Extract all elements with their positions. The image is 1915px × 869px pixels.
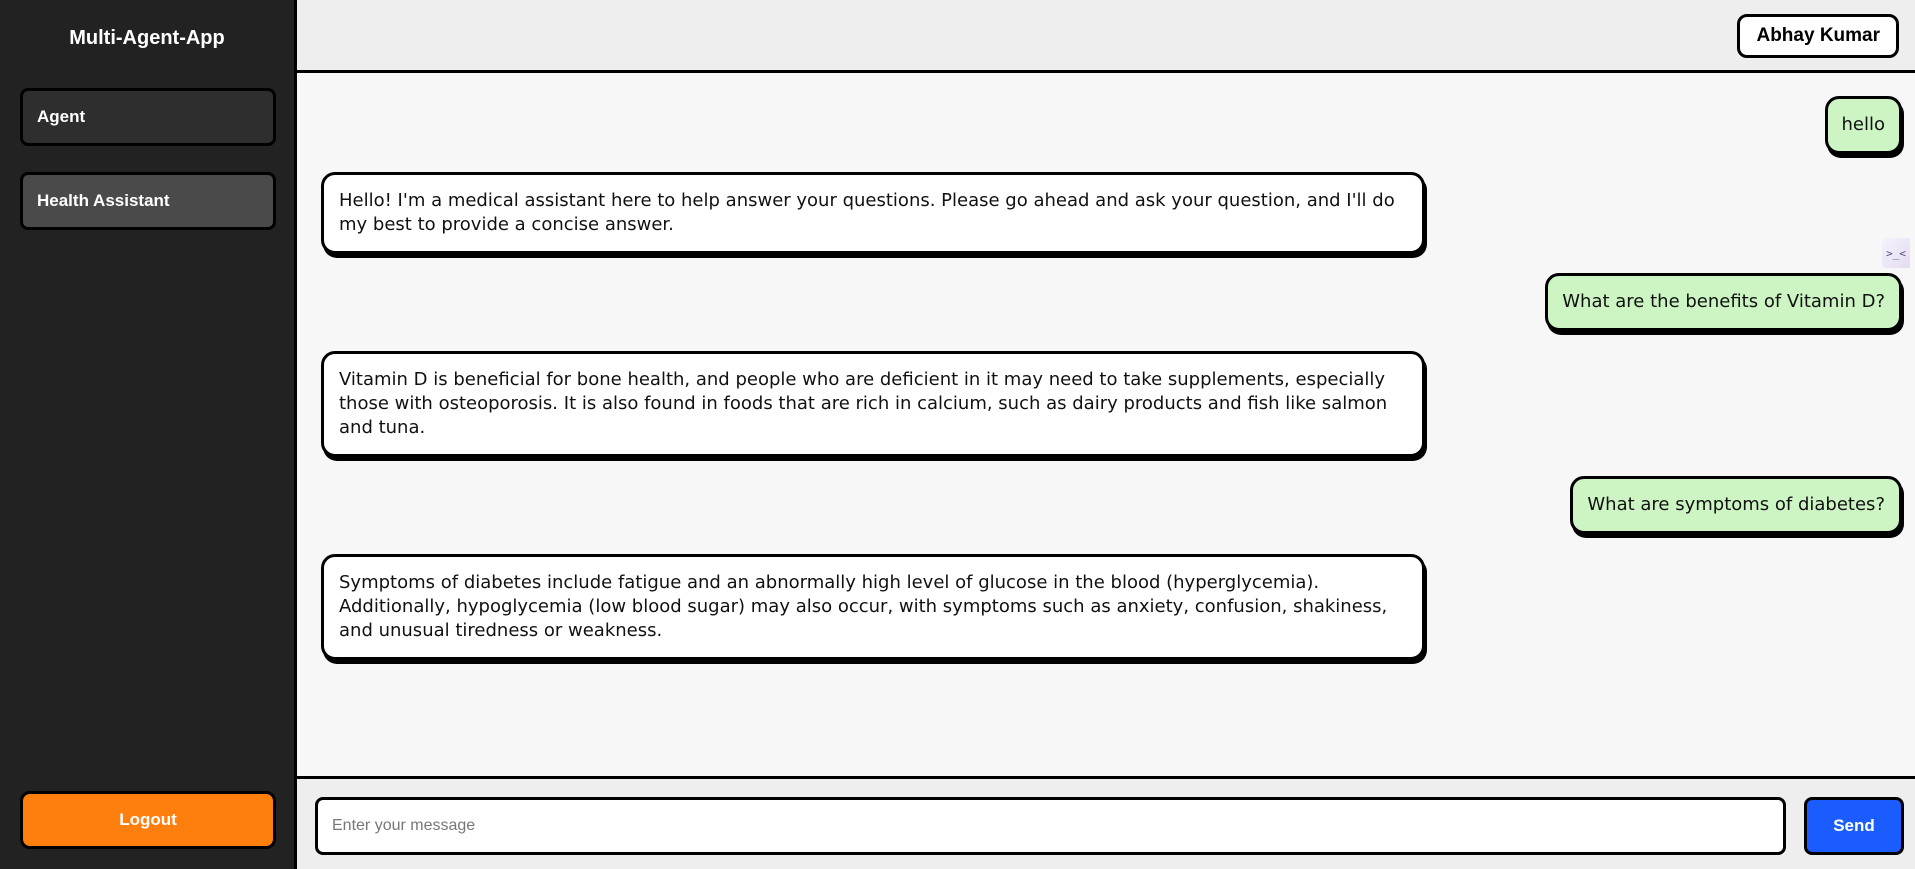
send-button[interactable]: Send	[1804, 797, 1904, 855]
logout-button[interactable]: Logout	[20, 791, 276, 849]
extension-widget-icon[interactable]: >_<	[1882, 238, 1910, 268]
app-title: Multi-Agent-App	[69, 27, 225, 49]
message-composer: Send	[297, 776, 1915, 869]
sidebar-item-health-assistant[interactable]: Health Assistant	[20, 172, 276, 230]
top-header: Abhay Kumar	[297, 0, 1915, 73]
user-message: hello	[1824, 96, 1902, 154]
user-name-badge[interactable]: Abhay Kumar	[1737, 14, 1899, 58]
user-message: What are the benefits of Vitamin D?	[1545, 273, 1902, 331]
sidebar: Multi-Agent-App Agent Health Assistant L…	[0, 0, 297, 869]
assistant-message: Symptoms of diabetes include fatigue and…	[321, 554, 1425, 660]
assistant-message: Hello! I'm a medical assistant here to h…	[321, 172, 1425, 254]
sidebar-item-agent[interactable]: Agent	[20, 88, 276, 146]
user-message: What are symptoms of diabetes?	[1570, 476, 1902, 534]
message-input[interactable]	[315, 797, 1786, 855]
chat-area[interactable]: hello Hello! I'm a medical assistant her…	[297, 73, 1915, 776]
assistant-message: Vitamin D is beneficial for bone health,…	[321, 351, 1425, 457]
